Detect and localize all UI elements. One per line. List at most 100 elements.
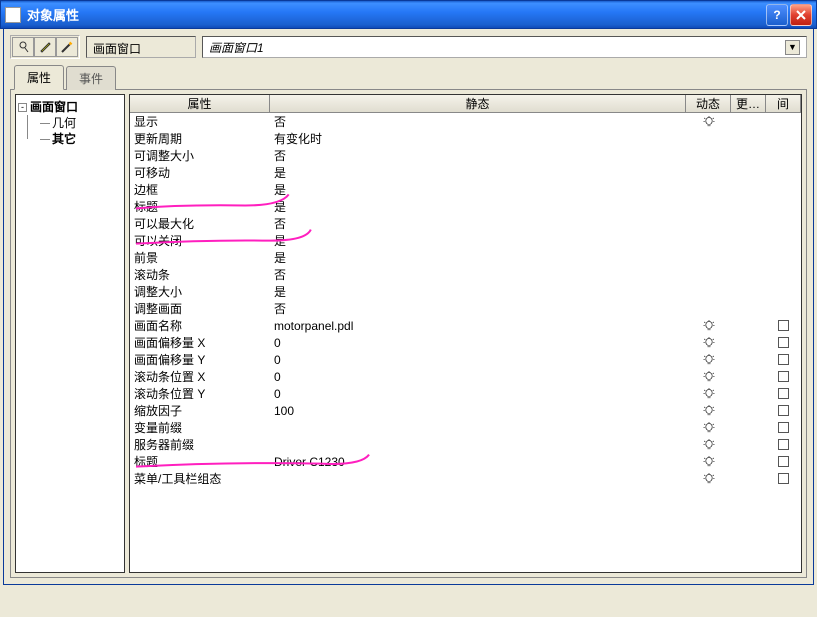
cell-ind[interactable] xyxy=(766,473,801,484)
bulb-icon[interactable] xyxy=(702,370,716,384)
cell-dynamic[interactable] xyxy=(686,421,731,435)
checkbox[interactable] xyxy=(778,456,789,467)
cell-static[interactable]: motorpanel.pdl xyxy=(270,319,686,333)
checkbox[interactable] xyxy=(778,473,789,484)
collapse-icon[interactable]: - xyxy=(18,103,27,112)
checkbox[interactable] xyxy=(778,337,789,348)
cell-ind[interactable] xyxy=(766,439,801,450)
cell-attr[interactable]: 滚动条位置 Y xyxy=(130,385,270,402)
close-button[interactable] xyxy=(790,4,812,26)
cell-attr[interactable]: 缩放因子 xyxy=(130,402,270,419)
cell-attr[interactable]: 边框 xyxy=(130,181,270,198)
cell-static[interactable]: 否 xyxy=(270,113,686,130)
bulb-icon[interactable] xyxy=(702,353,716,367)
cell-attr[interactable]: 画面名称 xyxy=(130,317,270,334)
header-static[interactable]: 静态 xyxy=(270,95,686,112)
grid-row[interactable]: 画面偏移量 Y0 xyxy=(130,351,801,368)
grid-row[interactable]: 滚动条否 xyxy=(130,266,801,283)
cell-attr[interactable]: 更新周期 xyxy=(130,130,270,147)
cell-static[interactable]: 有变化时 xyxy=(270,130,686,147)
cell-attr[interactable]: 变量前缀 xyxy=(130,419,270,436)
cell-attr[interactable]: 显示 xyxy=(130,113,270,130)
checkbox[interactable] xyxy=(778,439,789,450)
cell-attr[interactable]: 前景 xyxy=(130,249,270,266)
checkbox[interactable] xyxy=(778,405,789,416)
cell-attr[interactable]: 可调整大小 xyxy=(130,147,270,164)
object-name-select[interactable]: 画面窗口1 ▼ xyxy=(202,36,807,58)
cell-static[interactable]: 否 xyxy=(270,215,686,232)
eyedropper-icon[interactable] xyxy=(34,37,56,57)
cell-dynamic[interactable] xyxy=(686,319,731,333)
cell-attr[interactable]: 标题 xyxy=(130,198,270,215)
cell-static[interactable]: Driver C1230 xyxy=(270,455,686,469)
cell-static[interactable]: 是 xyxy=(270,181,686,198)
grid-row[interactable]: 可以关闭是 xyxy=(130,232,801,249)
grid-row[interactable]: 调整画面否 xyxy=(130,300,801,317)
cell-static[interactable]: 是 xyxy=(270,198,686,215)
grid-row[interactable]: 前景是 xyxy=(130,249,801,266)
cell-static[interactable]: 是 xyxy=(270,164,686,181)
cell-ind[interactable] xyxy=(766,354,801,365)
cell-static[interactable]: 0 xyxy=(270,387,686,401)
cell-dynamic[interactable] xyxy=(686,115,731,129)
cell-ind[interactable] xyxy=(766,405,801,416)
bulb-icon[interactable] xyxy=(702,387,716,401)
cell-attr[interactable]: 菜单/工具栏组态 xyxy=(130,470,270,487)
grid-row[interactable]: 更新周期有变化时 xyxy=(130,130,801,147)
cell-dynamic[interactable] xyxy=(686,370,731,384)
bulb-icon[interactable] xyxy=(702,115,716,129)
cell-dynamic[interactable] xyxy=(686,438,731,452)
grid-row[interactable]: 标题Driver C1230 xyxy=(130,453,801,470)
cell-static[interactable]: 是 xyxy=(270,283,686,300)
cell-attr[interactable]: 调整大小 xyxy=(130,283,270,300)
checkbox[interactable] xyxy=(778,371,789,382)
bulb-icon[interactable] xyxy=(702,421,716,435)
grid-row[interactable]: 可以最大化否 xyxy=(130,215,801,232)
bulb-icon[interactable] xyxy=(702,319,716,333)
header-attr[interactable]: 属性 xyxy=(130,95,270,112)
grid-row[interactable]: 滚动条位置 X0 xyxy=(130,368,801,385)
cell-ind[interactable] xyxy=(766,422,801,433)
header-more[interactable]: 更… xyxy=(731,95,766,112)
help-button[interactable]: ? xyxy=(766,4,788,26)
cell-static[interactable]: 100 xyxy=(270,404,686,418)
tab-events[interactable]: 事件 xyxy=(66,66,116,90)
cell-dynamic[interactable] xyxy=(686,387,731,401)
grid-row[interactable]: 缩放因子100 xyxy=(130,402,801,419)
cell-ind[interactable] xyxy=(766,337,801,348)
grid-row[interactable]: 可移动是 xyxy=(130,164,801,181)
grid-row[interactable]: 画面名称motorpanel.pdl xyxy=(130,317,801,334)
grid-row[interactable]: 服务器前缀 xyxy=(130,436,801,453)
wand-icon[interactable] xyxy=(56,37,78,57)
bulb-icon[interactable] xyxy=(702,404,716,418)
grid-row[interactable]: 画面偏移量 X0 xyxy=(130,334,801,351)
header-dynamic[interactable]: 动态 xyxy=(686,95,731,112)
cell-dynamic[interactable] xyxy=(686,455,731,469)
header-ind[interactable]: 间 xyxy=(766,95,801,112)
cell-static[interactable]: 否 xyxy=(270,300,686,317)
cell-ind[interactable] xyxy=(766,456,801,467)
cell-static[interactable]: 0 xyxy=(270,353,686,367)
tree-root[interactable]: -画面窗口 xyxy=(18,99,122,115)
checkbox[interactable] xyxy=(778,388,789,399)
cell-attr[interactable]: 滚动条 xyxy=(130,266,270,283)
cell-ind[interactable] xyxy=(766,371,801,382)
cell-attr[interactable]: 画面偏移量 X xyxy=(130,334,270,351)
checkbox[interactable] xyxy=(778,320,789,331)
cell-dynamic[interactable] xyxy=(686,336,731,350)
bulb-icon[interactable] xyxy=(702,472,716,486)
cell-attr[interactable]: 可移动 xyxy=(130,164,270,181)
tab-attributes[interactable]: 属性 xyxy=(14,65,64,90)
cell-static[interactable]: 0 xyxy=(270,370,686,384)
grid-body[interactable]: 显示否更新周期有变化时可调整大小否可移动是边框是标题是可以最大化否可以关闭是前景… xyxy=(130,113,801,572)
object-tree[interactable]: -画面窗口 几何 其它 xyxy=(15,94,125,573)
checkbox[interactable] xyxy=(778,422,789,433)
cell-attr[interactable]: 可以最大化 xyxy=(130,215,270,232)
grid-row[interactable]: 变量前缀 xyxy=(130,419,801,436)
cell-static[interactable]: 否 xyxy=(270,147,686,164)
bulb-icon[interactable] xyxy=(702,455,716,469)
bulb-icon[interactable] xyxy=(702,438,716,452)
cell-static[interactable]: 是 xyxy=(270,232,686,249)
grid-row[interactable]: 菜单/工具栏组态 xyxy=(130,470,801,487)
grid-row[interactable]: 边框是 xyxy=(130,181,801,198)
